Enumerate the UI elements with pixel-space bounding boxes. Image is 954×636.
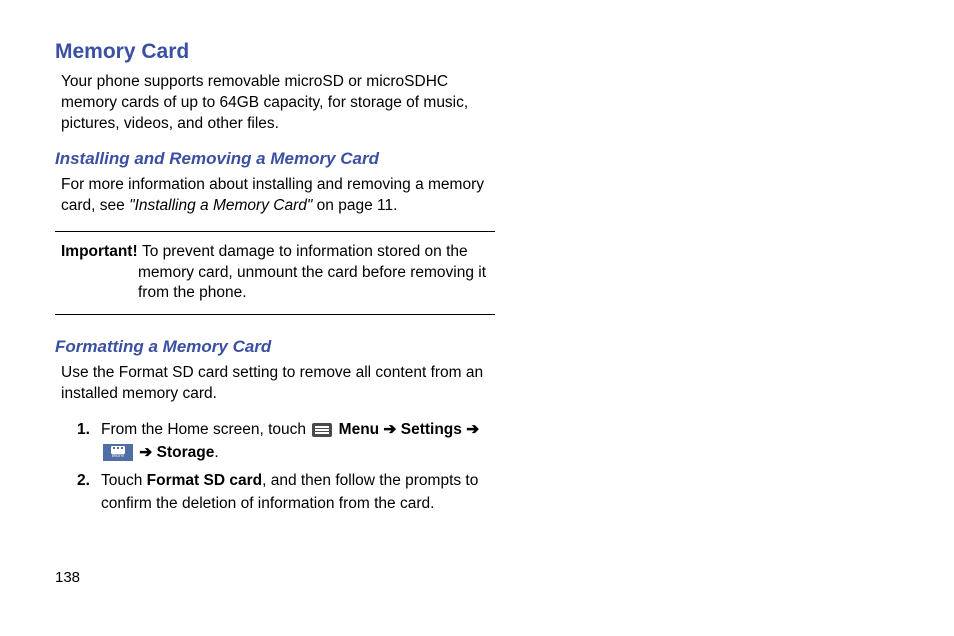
cross-reference-link[interactable]: "Installing a Memory Card": [129, 197, 312, 214]
step1-text-a: From the Home screen, touch: [101, 421, 310, 438]
page-number: 138: [55, 569, 80, 586]
important-body: To prevent damage to information stored …: [138, 243, 486, 302]
menu-icon: [312, 423, 332, 437]
heading-memory-card: Memory Card: [55, 40, 495, 64]
step-text: From the Home screen, touch Menu ➔ Setti…: [101, 419, 495, 464]
important-label: Important!: [61, 243, 142, 260]
heading-formatting: Formatting a Memory Card: [55, 337, 495, 357]
step1-period: .: [214, 444, 218, 461]
arrow-3: ➔: [135, 444, 157, 461]
step-number: 1.: [77, 419, 101, 464]
step2-text-a: Touch: [101, 472, 147, 489]
storage-label: Storage: [157, 444, 215, 461]
more-icon: More: [103, 444, 133, 461]
step-text: Touch Format SD card, and then follow th…: [101, 470, 495, 515]
arrow-2: ➔: [462, 421, 479, 438]
text-after-ref: on page 11.: [312, 197, 397, 214]
important-note: Important! To prevent damage to informat…: [55, 231, 495, 316]
document-column: Memory Card Your phone supports removabl…: [55, 40, 495, 515]
format-sd-label: Format SD card: [147, 472, 262, 489]
step-number: 2.: [77, 470, 101, 515]
intro-paragraph: Your phone supports removable microSD or…: [61, 72, 495, 135]
more-icon-label: More: [103, 453, 133, 460]
step-2: 2. Touch Format SD card, and then follow…: [77, 470, 495, 515]
arrow-1: ➔: [379, 421, 401, 438]
cross-ref-paragraph: For more information about installing an…: [61, 175, 495, 217]
menu-label: Menu: [339, 421, 379, 438]
heading-installing-removing: Installing and Removing a Memory Card: [55, 149, 495, 169]
settings-label: Settings: [401, 421, 462, 438]
step-1: 1. From the Home screen, touch Menu ➔ Se…: [77, 419, 495, 464]
formatting-intro: Use the Format SD card setting to remove…: [61, 363, 495, 405]
steps-list: 1. From the Home screen, touch Menu ➔ Se…: [77, 419, 495, 515]
